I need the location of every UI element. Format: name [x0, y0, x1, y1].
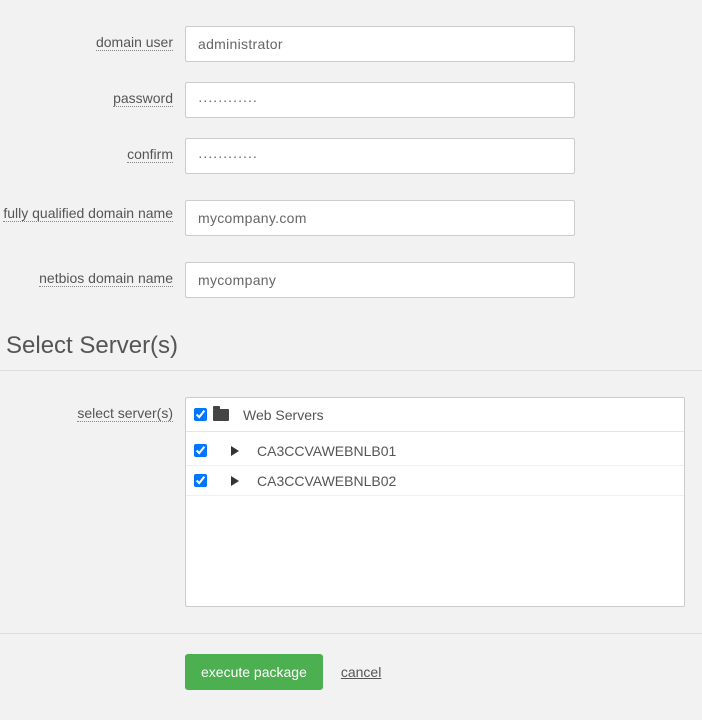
password-input[interactable]: [185, 82, 575, 118]
server-checkbox[interactable]: [194, 474, 207, 487]
fqdn-input[interactable]: [185, 200, 575, 236]
server-checkbox[interactable]: [194, 444, 207, 457]
password-label: password: [113, 90, 173, 107]
domain-user-label: domain user: [96, 34, 173, 51]
folder-icon: [213, 409, 229, 421]
confirm-label: confirm: [127, 146, 173, 163]
expand-icon[interactable]: [231, 446, 239, 456]
group-checkbox[interactable]: [194, 408, 207, 421]
server-tree: Web Servers CA3CCVAWEBNLB01 CA3CCVAWEBNL…: [185, 397, 685, 607]
select-servers-label: select server(s): [77, 405, 173, 422]
divider: [0, 633, 702, 634]
server-row[interactable]: CA3CCVAWEBNLB01: [186, 436, 684, 466]
execute-package-button[interactable]: execute package: [185, 654, 323, 690]
group-label: Web Servers: [243, 407, 324, 423]
netbios-input[interactable]: [185, 262, 575, 298]
domain-user-input[interactable]: [185, 26, 575, 62]
divider: [0, 370, 702, 371]
fqdn-label: fully qualified domain name: [3, 205, 173, 222]
netbios-label: netbios domain name: [39, 270, 173, 287]
expand-icon[interactable]: [231, 476, 239, 486]
section-heading: Select Server(s): [6, 332, 702, 360]
cancel-link[interactable]: cancel: [341, 664, 381, 680]
server-row[interactable]: CA3CCVAWEBNLB02: [186, 466, 684, 496]
server-name: CA3CCVAWEBNLB02: [257, 473, 396, 489]
confirm-input[interactable]: [185, 138, 575, 174]
server-name: CA3CCVAWEBNLB01: [257, 443, 396, 459]
server-group-row[interactable]: Web Servers: [186, 402, 684, 432]
